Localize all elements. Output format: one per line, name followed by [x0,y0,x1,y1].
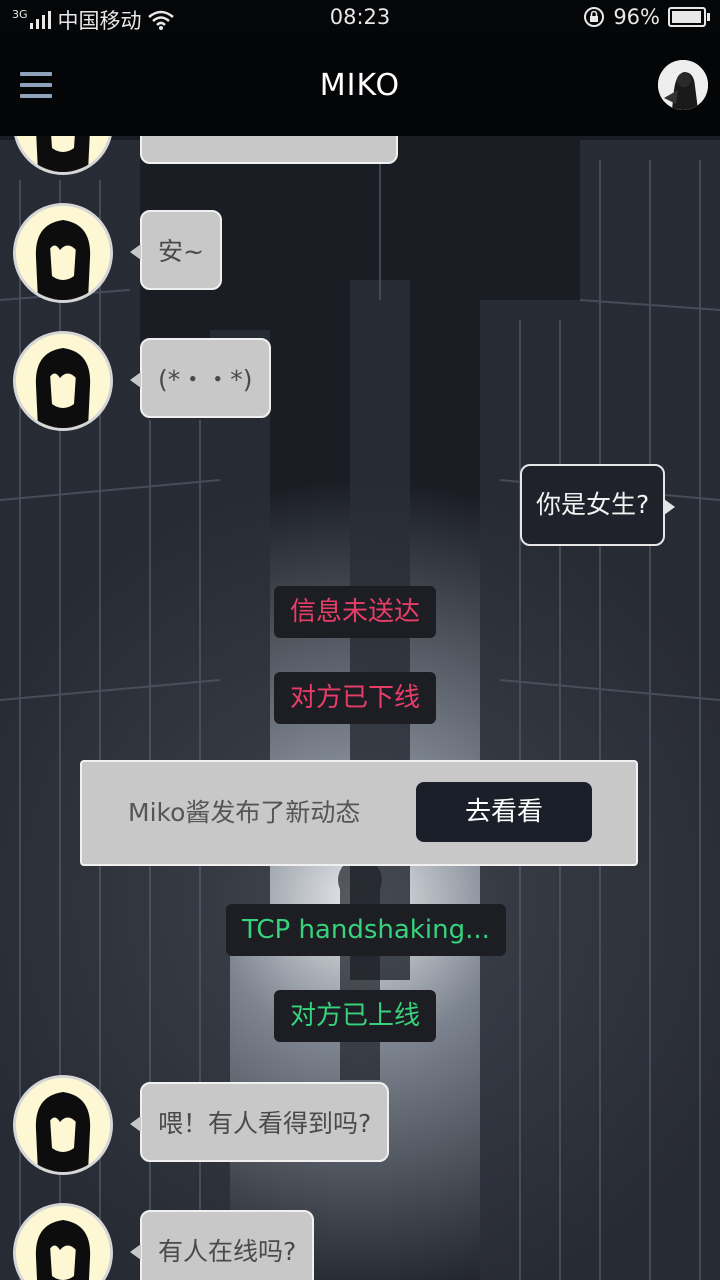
outgoing-message[interactable]: 你是女生? [520,464,676,546]
contact-avatar[interactable] [16,334,110,428]
profile-avatar-icon[interactable] [658,60,708,110]
contact-avatar[interactable] [16,136,110,172]
view-post-button[interactable]: 去看看 [416,782,592,842]
page-title: MIKO [319,68,401,103]
incoming-message[interactable]: 安~ [130,210,222,290]
rotation-lock-icon [584,7,605,27]
system-message-undelivered: 信息未送达 [274,586,437,638]
system-message-offline: 对方已下线 [274,672,437,724]
new-post-text: Miko酱发布了新动态 [128,798,361,827]
contact-avatar[interactable] [16,206,110,300]
status-bar: 3G 中国移动 08:23 96% [0,0,720,36]
system-message-online: 对方已上线 [274,990,437,1042]
chat-list[interactable]: 安~ (*・・*) 你是女生? 信息未送达 对方已下线 Miko酱发布了新动态 … [0,136,720,1280]
contact-avatar[interactable] [16,1206,110,1280]
system-message-handshake: TCP handshaking... [226,904,506,956]
battery-icon [668,7,710,27]
new-post-card: Miko酱发布了新动态 去看看 [80,760,638,866]
incoming-message[interactable] [140,136,398,164]
incoming-message[interactable]: 喂！有人看得到吗? [129,1082,390,1162]
incoming-message[interactable]: (*・・*) [130,338,271,418]
battery-level [672,11,701,23]
battery-percent: 96% [613,5,660,29]
status-right: 96% [583,5,710,29]
incoming-message[interactable]: 有人在线吗? [129,1210,315,1280]
app-bar: MIKO [0,36,720,136]
contact-avatar[interactable] [16,1078,110,1172]
